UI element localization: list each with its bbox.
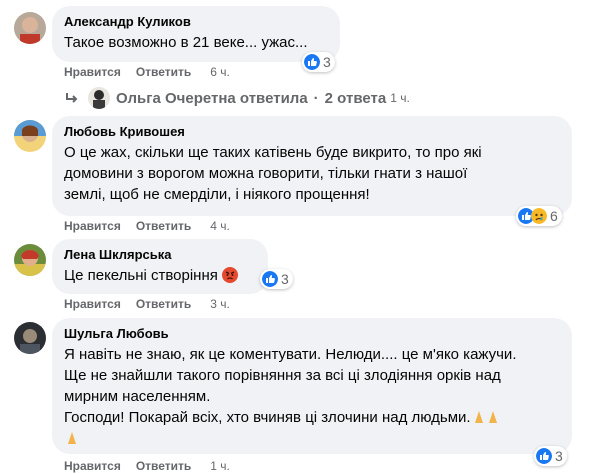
reply-time: 1 ч. [390,91,410,105]
comment-actions: Нравится Ответить 1 ч. [64,458,245,474]
avatar[interactable] [14,12,46,44]
comment-text: Це пекельні створіння [64,265,256,286]
comment-actions: Нравится Ответить 6 ч. [64,64,245,80]
praying-hands-icon [474,411,497,423]
reply-arrow-icon [66,93,78,103]
like-icon [262,271,278,287]
reply-author-text: Ольга Очеретна ответила [116,89,308,107]
avatar[interactable] [14,322,46,354]
reaction-count: 6 [550,208,558,224]
comment-author[interactable]: Шульга Любовь [64,326,560,342]
reaction-count: 3 [555,448,563,464]
reaction-summary[interactable]: 3 [302,52,335,72]
reply-button[interactable]: Ответить [136,297,191,311]
comment-bubble: Любовь Кривошея О це жах, скільки ще так… [52,116,572,216]
like-icon [536,448,552,464]
reaction-summary[interactable]: 3 [534,446,567,466]
reply-button[interactable]: Ответить [136,459,191,473]
like-button[interactable]: Нравится [64,297,121,311]
reaction-count: 3 [323,54,331,70]
comment-text: Я навіть не знаю, як це коментувати. Нел… [64,344,560,449]
separator: · [313,89,319,107]
reaction-summary[interactable]: 3 [260,269,293,289]
angry-face-icon [222,267,239,283]
like-button[interactable]: Нравится [64,219,121,233]
comment-time[interactable]: 6 ч. [210,65,230,79]
comment-author[interactable]: Лена Шклярська [64,247,256,263]
comment-actions: Нравится Ответить 4 ч. [64,218,245,234]
praying-hands-icon [68,432,76,444]
sad-icon [531,208,547,224]
reply-button[interactable]: Ответить [136,219,191,233]
reaction-summary[interactable]: 6 [516,206,562,226]
avatar[interactable] [14,120,46,152]
view-replies-link[interactable]: Ольга Очеретна ответила · 2 ответа 1 ч. [64,86,410,110]
like-button[interactable]: Нравится [64,65,121,79]
reply-count: 2 ответа [324,89,387,107]
comment-time[interactable]: 4 ч. [210,219,230,233]
comment-author[interactable]: Любовь Кривошея [64,124,560,140]
comment-text: Такое возможно в 21 веке... ужас... [64,34,308,51]
comment-bubble: Шульга Любовь Я навіть не знаю, як це ко… [52,318,572,454]
comment-actions: Нравится Ответить 3 ч. [64,296,245,312]
comment-time[interactable]: 1 ч. [210,459,230,473]
reaction-count: 3 [281,271,289,287]
reply-button[interactable]: Ответить [136,65,191,79]
like-button[interactable]: Нравится [64,459,121,473]
avatar[interactable] [14,244,46,276]
comment-time[interactable]: 3 ч. [210,297,230,311]
comment-bubble: Александр Куликов Такое возможно в 21 ве… [52,6,340,62]
comment-bubble: Лена Шклярська Це пекельні створіння [52,239,268,294]
like-icon [304,54,320,70]
reply-avatar[interactable] [88,87,110,109]
comment-author[interactable]: Александр Куликов [64,14,328,30]
comment-text: О це жах, скільки ще таких катівень буде… [64,144,482,203]
